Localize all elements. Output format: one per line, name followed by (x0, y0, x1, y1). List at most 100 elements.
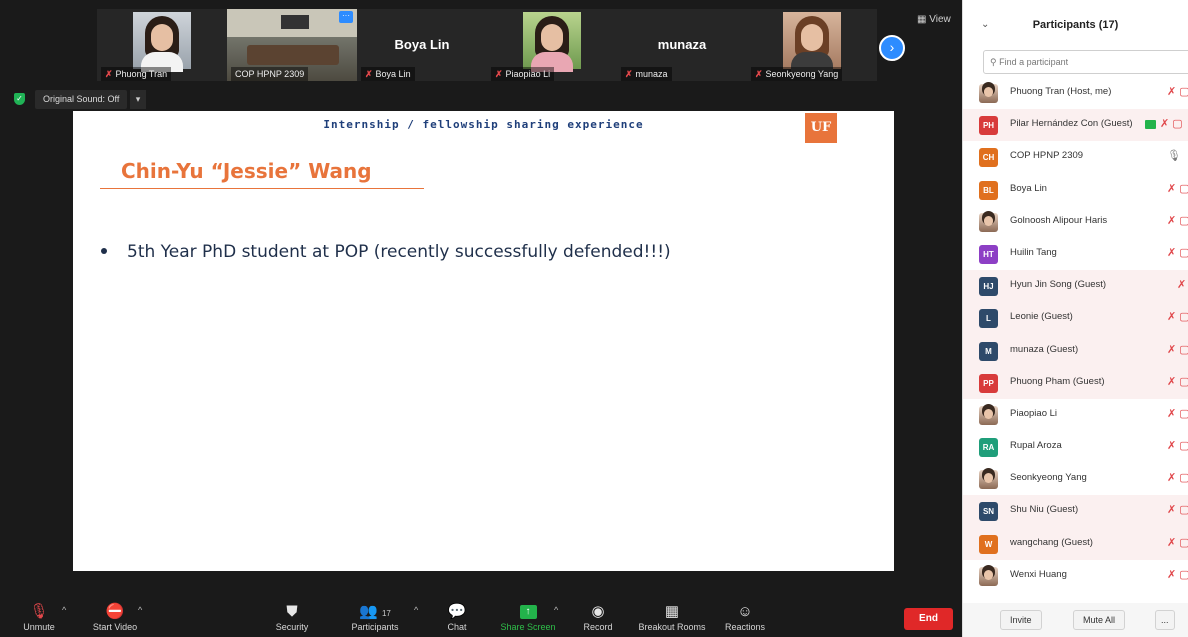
participant-status: ✗ ▢ (1167, 407, 1188, 420)
muted-mic-icon[interactable]: ✗ (1167, 408, 1176, 420)
original-sound-button[interactable]: Original Sound: Off (35, 90, 128, 109)
chevron-up-icon[interactable]: ^ (554, 605, 558, 615)
avatar: PH (979, 116, 998, 136)
participant-row[interactable]: Wenxi Huang ✗ ▢ (963, 560, 1188, 592)
muted-mic-icon[interactable]: ✗ (1167, 537, 1176, 549)
participant-label-name: COP HPNP 2309 (235, 69, 305, 79)
participant-status: ✗ ▢ (1167, 246, 1188, 259)
muted-mic-icon[interactable]: ✗ (1177, 279, 1186, 291)
uf-logo: UF (805, 113, 837, 143)
bullet-point (101, 248, 107, 254)
muted-mic-icon[interactable]: ✗ (1167, 344, 1176, 356)
muted-mic-icon[interactable]: ✗ (1167, 472, 1176, 484)
video-thumbnail[interactable]: munaza ✗ munaza (617, 9, 747, 81)
reactions-icon: ☺ (737, 603, 753, 620)
video-off-icon: ▢ (1179, 440, 1188, 453)
share-screen-icon: ↑ (519, 605, 537, 620)
participant-name: Boya Lin (1010, 182, 1047, 194)
participant-label: ✗ Boya Lin (361, 67, 415, 81)
avatar: HJ (979, 277, 998, 297)
participant-row[interactable]: Seonkyeong Yang ✗ ▢ (963, 463, 1188, 495)
participant-video (523, 12, 581, 72)
muted-mic-icon[interactable]: ✗ (1167, 569, 1176, 581)
unmute-button[interactable]: 🎙 Unmute ^ (18, 602, 66, 632)
video-thumbnail[interactable]: Boya Lin ✗ Boya Lin (357, 9, 487, 81)
mic-icon[interactable]: 🎙 (1167, 150, 1181, 162)
participant-row[interactable]: RA Rupal Aroza ✗ ▢ (963, 431, 1188, 463)
breakout-rooms-button[interactable]: ▦ Breakout Rooms (634, 602, 710, 632)
participant-row[interactable]: Wwangchang (Guest) ✗ ▢ (963, 527, 1188, 560)
muted-mic-icon[interactable]: ✗ (1167, 440, 1176, 452)
muted-mic-icon[interactable]: ✗ (1160, 118, 1169, 130)
muted-mic-icon[interactable]: ✗ (1167, 86, 1176, 98)
participant-name: COP HPNP 2309 (1010, 150, 1084, 162)
participant-row[interactable]: Mmunaza (Guest) ✗ ▢ (963, 334, 1188, 367)
chevron-down-icon[interactable]: ▾ (130, 90, 146, 109)
participant-search-input[interactable]: ⚲ Find a participant (983, 50, 1188, 74)
participant-row[interactable]: HT Huilin Tang ✗ ▢ (963, 238, 1188, 270)
participant-name: Pilar Hernández Con (Guest) (1010, 118, 1133, 130)
participant-status: ✗ ▢ (1167, 343, 1188, 356)
next-page-button[interactable]: › (879, 35, 905, 61)
video-thumbnail[interactable]: ✗ Seonkyeong Yang (747, 9, 877, 81)
participant-row[interactable]: HJ Hyun Jin Song (Guest) ✗ (963, 270, 1188, 303)
muted-mic-icon[interactable]: ✗ (1167, 215, 1176, 227)
security-button[interactable]: ⛊ Security (270, 602, 314, 632)
grid-icon: ▦ (917, 14, 927, 25)
participant-row[interactable]: SN Shu Niu (Guest) ✗ ▢ (963, 495, 1188, 528)
participant-row[interactable]: L Leonie (Guest) ✗ ▢ (963, 302, 1188, 335)
muted-mic-icon[interactable]: ✗ (1167, 311, 1176, 323)
participant-label: COP HPNP 2309 (231, 67, 309, 81)
end-meeting-button[interactable]: End (904, 608, 953, 630)
record-button[interactable]: ◉ Record (580, 602, 616, 632)
mute-all-button[interactable]: Mute All (1073, 610, 1126, 630)
participant-name: Wenxi Huang (1010, 568, 1067, 580)
participant-row[interactable]: CH COP HPNP 2309 🎙 (963, 141, 1188, 173)
participant-name: Hyun Jin Song (Guest) (1010, 279, 1107, 291)
participant-status: ✗ ▢ (1167, 439, 1188, 452)
avatar: RA (979, 438, 998, 458)
participants-button[interactable]: 👥 17 Participants ^ (346, 602, 418, 632)
view-button[interactable]: ▦ View (917, 14, 951, 25)
participant-name: munaza (Guest) (1010, 343, 1079, 355)
chevron-up-icon[interactable]: ^ (414, 605, 418, 615)
participant-status: ✗ ▢ (1167, 310, 1188, 323)
participant-row[interactable]: Phuong Tran (Host, me) ✗ ▢ (963, 77, 1188, 109)
participant-row[interactable]: BL Boya Lin ✗ ▢ (963, 174, 1188, 206)
participant-video (783, 12, 841, 72)
video-off-icon: ▢ (1179, 472, 1188, 485)
muted-mic-icon[interactable]: ✗ (1167, 247, 1176, 259)
participant-row[interactable]: PP Phuong Pham (Guest) ✗ ▢ (963, 366, 1188, 399)
chevron-up-icon[interactable]: ^ (138, 605, 142, 615)
video-off-icon: ▢ (1179, 311, 1188, 324)
shield-icon: ⛊ (286, 603, 298, 620)
video-thumbnail[interactable]: ✗ Piaopiao Li (487, 9, 617, 81)
muted-mic-icon[interactable]: ✗ (1167, 504, 1176, 516)
avatar (979, 470, 998, 490)
chat-button[interactable]: 💬 Chat (440, 602, 474, 632)
participant-row[interactable]: Piaopiao Li ✗ ▢ (963, 399, 1188, 431)
record-label: Record (583, 622, 613, 632)
chat-label: Chat (447, 622, 467, 632)
video-thumbnail[interactable]: ✗ Phuong Tran (97, 9, 227, 81)
participant-row[interactable]: PH Pilar Hernández Con (Guest) ✗ ▢ (963, 109, 1188, 142)
video-off-icon: ▢ (1179, 407, 1188, 420)
muted-mic-icon[interactable]: ✗ (1167, 376, 1176, 388)
participant-row[interactable]: Golnoosh Alipour Haris ✗ ▢ (963, 206, 1188, 238)
muted-mic-icon[interactable]: ✗ (1167, 183, 1176, 195)
video-off-icon: ▢ (1179, 182, 1188, 195)
reactions-button[interactable]: ☺ Reactions (722, 602, 768, 632)
start-video-button[interactable]: ⛔ Start Video ^ (86, 602, 144, 632)
participant-status: ✗ ▢ (1167, 375, 1188, 388)
more-options-icon[interactable]: ··· (339, 11, 353, 23)
chevron-up-icon[interactable]: ^ (62, 605, 66, 615)
more-button[interactable]: ... (1155, 610, 1175, 630)
participant-label-name: Seonkyeong Yang (765, 69, 839, 79)
participant-label: ✗ munaza (621, 67, 672, 81)
participant-name: Rupal Aroza (1010, 440, 1062, 452)
avatar: W (979, 534, 998, 554)
video-thumbnail[interactable]: ··· COP HPNP 2309 (227, 9, 357, 81)
avatar (979, 212, 998, 232)
share-screen-button[interactable]: ↑ Share Screen ^ (496, 602, 560, 632)
invite-button[interactable]: Invite (1000, 610, 1042, 630)
